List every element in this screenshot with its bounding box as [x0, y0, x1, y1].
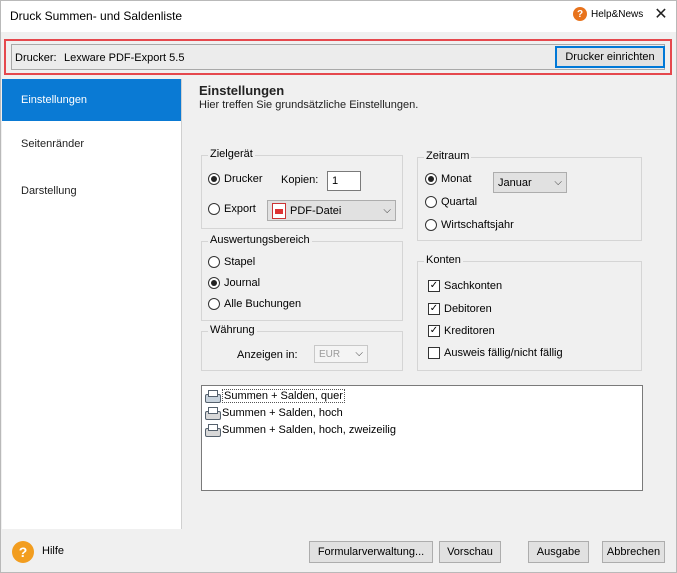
radio-circle [425, 196, 437, 208]
radio-stapel[interactable]: Stapel [208, 256, 255, 268]
sidebar-item-einstellungen[interactable]: Einstellungen [2, 79, 181, 121]
radio-monat[interactable]: Monat [425, 173, 472, 185]
sidebar: Einstellungen Seitenränder Darstellung [2, 79, 182, 529]
title-bar: Druck Summen- und Saldenliste ? Help&New… [1, 1, 676, 32]
kopien-label: Kopien: [281, 174, 319, 186]
checkbox-debitoren[interactable]: ✓ Debitoren [428, 303, 492, 315]
radio-journal[interactable]: Journal [208, 277, 260, 289]
radio-alle-buchungen[interactable]: Alle Buchungen [208, 298, 301, 310]
checkbox-label: Sachkonten [444, 280, 503, 292]
group-konten: Konten ✓ Sachkonten ✓ Debitoren ✓ Kredit… [417, 254, 642, 371]
chevron-down-icon: ⌵ [383, 205, 391, 216]
radio-export[interactable]: Export [208, 203, 256, 215]
radio-label: Monat [441, 173, 472, 185]
radio-label: Drucker [224, 173, 263, 185]
formularverwaltung-button[interactable]: Formularverwaltung... [309, 541, 433, 563]
radio-quartal[interactable]: Quartal [425, 196, 477, 208]
group-legend: Währung [208, 324, 257, 336]
layout-listbox[interactable]: Summen + Salden, quer Summen + Salden, h… [201, 385, 643, 491]
export-format-select[interactable]: PDF-Datei ⌵ [267, 200, 396, 221]
radio-wirtschaftsjahr[interactable]: Wirtschaftsjahr [425, 219, 514, 231]
group-legend: Auswertungsbereich [208, 234, 312, 246]
monat-select[interactable]: Januar ⌵ [493, 172, 567, 193]
radio-circle [208, 203, 220, 215]
chevron-down-icon: ⌵ [355, 348, 363, 359]
checkbox-box [428, 347, 440, 359]
checkbox-sachkonten[interactable]: ✓ Sachkonten [428, 280, 502, 292]
page-subtitle: Hier treffen Sie grundsätzliche Einstell… [199, 99, 419, 111]
radio-label: Journal [224, 277, 261, 289]
group-zeitraum: Zeitraum Monat Januar ⌵ Quartal Wirtscha… [417, 150, 642, 241]
vorschau-button[interactable]: Vorschau [439, 541, 501, 563]
radio-circle [425, 219, 437, 231]
list-item[interactable]: Summen + Salden, hoch, zweizeilig [204, 422, 396, 438]
group-legend: Zielgerät [208, 148, 255, 160]
radio-label: Stapel [224, 256, 256, 268]
kopien-input[interactable] [327, 171, 361, 191]
list-item-label: Summen + Salden, hoch [222, 407, 343, 419]
radio-label: Quartal [441, 196, 478, 208]
list-item[interactable]: Summen + Salden, quer [204, 388, 345, 404]
sidebar-item-seitenraender[interactable]: Seitenränder [2, 123, 181, 165]
help-link[interactable]: Hilfe [42, 545, 64, 557]
ausgabe-button[interactable]: Ausgabe [528, 541, 589, 563]
radio-label: Export [224, 203, 256, 215]
help-news-link[interactable]: ? Help&News [573, 7, 643, 21]
sidebar-item-label: Einstellungen [21, 94, 88, 106]
checkbox-ausweis-faellig[interactable]: Ausweis fällig/nicht fällig [428, 347, 563, 359]
radio-circle [208, 277, 220, 289]
page-title: Einstellungen [199, 83, 285, 98]
checkbox-label: Ausweis fällig/nicht fällig [444, 347, 563, 359]
list-item[interactable]: Summen + Salden, hoch [204, 405, 343, 421]
radio-circle [208, 256, 220, 268]
help-icon[interactable]: ? [12, 541, 34, 563]
group-zielgeraet: Zielgerät Drucker Kopien: Export PDF-Dat… [201, 148, 403, 229]
printer-bar: Drucker: Lexware PDF-Export 5.5 Drucker … [11, 44, 665, 70]
sidebar-item-label: Seitenränder [21, 138, 84, 150]
radio-drucker[interactable]: Drucker [208, 173, 263, 185]
window-title: Druck Summen- und Saldenliste [10, 9, 183, 23]
dialog-window: Druck Summen- und Saldenliste ? Help&New… [0, 0, 677, 573]
chevron-down-icon: ⌵ [554, 177, 562, 188]
printer-name: Lexware PDF-Export 5.5 [64, 52, 185, 64]
close-icon[interactable]: ✕ [651, 5, 671, 25]
check-mark-icon: ✓ [428, 280, 440, 292]
printer-setup-button[interactable]: Drucker einrichten [555, 46, 665, 68]
sidebar-item-label: Darstellung [21, 185, 77, 197]
select-value: Januar [498, 176, 532, 189]
printer-icon [204, 389, 221, 403]
radio-label: Wirtschaftsjahr [441, 219, 514, 231]
printer-icon [204, 406, 221, 420]
abbrechen-button[interactable]: Abbrechen [602, 541, 665, 563]
list-item-label: Summen + Salden, quer [222, 389, 345, 403]
radio-circle [208, 298, 220, 310]
help-news-label: Help&News [591, 8, 644, 20]
checkbox-label: Debitoren [444, 303, 492, 315]
settings-panel: Einstellungen Hier treffen Sie grundsätz… [183, 79, 676, 531]
list-item-label: Summen + Salden, hoch, zweizeilig [222, 424, 396, 436]
printer-label: Drucker: [15, 52, 57, 64]
help-icon: ? [573, 7, 587, 21]
waehrung-label: Anzeigen in: [237, 349, 298, 361]
dialog-footer: ? Hilfe Formularverwaltung... Vorschau A… [2, 531, 676, 572]
radio-label: Alle Buchungen [224, 298, 302, 310]
check-mark-icon: ✓ [428, 325, 440, 337]
radio-circle [425, 173, 437, 185]
select-value: PDF-Datei [290, 204, 342, 217]
checkbox-label: Kreditoren [444, 325, 495, 337]
select-value: EUR [319, 348, 341, 360]
group-auswertungsbereich: Auswertungsbereich Stapel Journal Alle B… [201, 234, 403, 321]
printer-highlight-frame: Drucker: Lexware PDF-Export 5.5 Drucker … [4, 39, 672, 75]
group-legend: Zeitraum [424, 150, 472, 162]
check-mark-icon: ✓ [428, 303, 440, 315]
pdf-file-icon [272, 202, 286, 219]
radio-circle [208, 173, 220, 185]
checkbox-kreditoren[interactable]: ✓ Kreditoren [428, 325, 495, 337]
group-waehrung: Währung Anzeigen in: EUR ⌵ [201, 324, 403, 371]
group-legend: Konten [424, 254, 463, 266]
sidebar-item-darstellung[interactable]: Darstellung [2, 170, 181, 212]
printer-icon [204, 423, 221, 437]
waehrung-select[interactable]: EUR ⌵ [314, 345, 368, 363]
